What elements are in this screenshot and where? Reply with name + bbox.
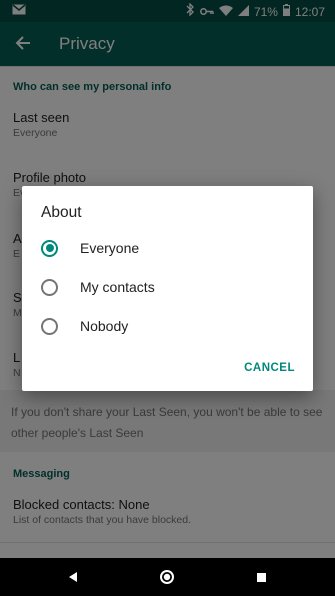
- cancel-button[interactable]: CANCEL: [244, 362, 295, 374]
- option-everyone[interactable]: Everyone: [41, 233, 291, 263]
- back-triangle-icon[interactable]: [64, 568, 82, 586]
- dialog-title: About: [41, 204, 82, 221]
- option-label: Everyone: [80, 240, 140, 256]
- radio-checked-icon[interactable]: [41, 239, 58, 257]
- option-label: Nobody: [80, 318, 129, 334]
- radio-unchecked-icon[interactable]: [41, 317, 58, 335]
- radio-unchecked-icon[interactable]: [41, 278, 58, 296]
- recents-square-icon[interactable]: [252, 568, 270, 586]
- option-nobody[interactable]: Nobody: [41, 311, 291, 341]
- home-circle-icon[interactable]: [158, 568, 176, 586]
- system-nav-bar: [0, 558, 335, 596]
- option-my-contacts[interactable]: My contacts: [41, 272, 291, 302]
- option-label: My contacts: [80, 279, 155, 295]
- about-dialog: About Everyone My contacts Nobody CANCEL: [22, 186, 313, 391]
